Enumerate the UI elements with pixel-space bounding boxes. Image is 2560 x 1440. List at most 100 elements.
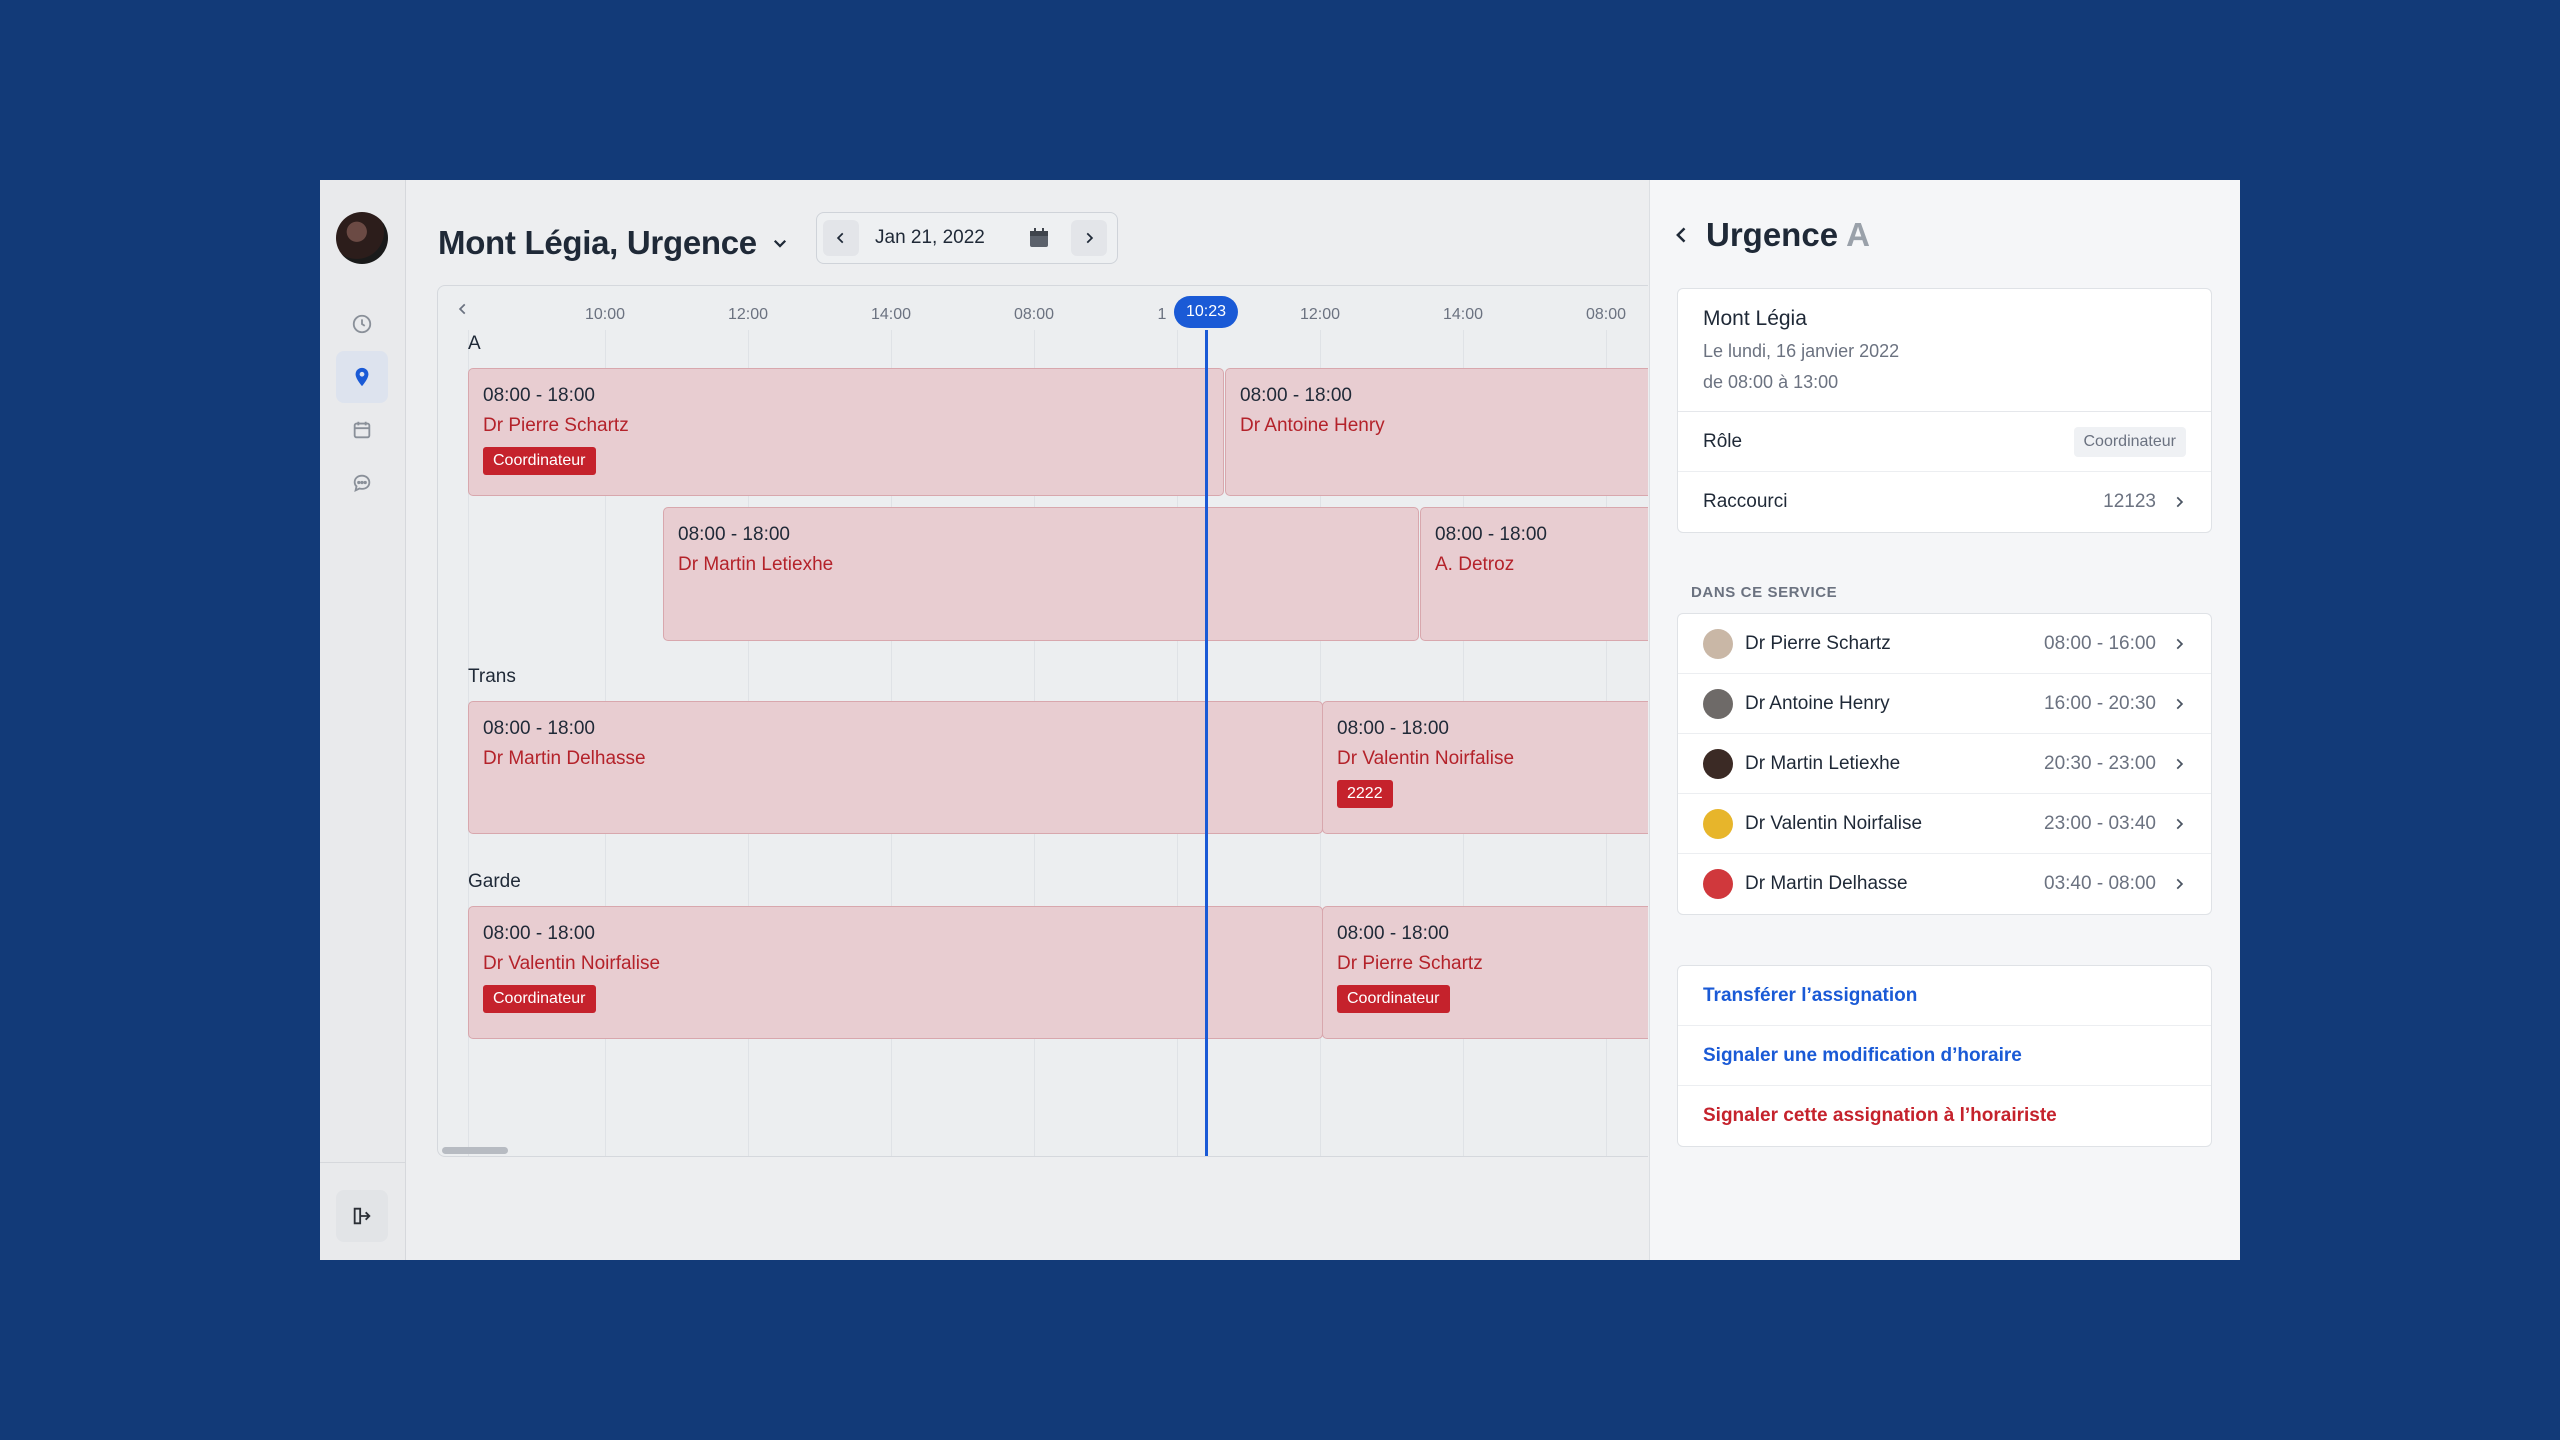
date-navigator: Jan 21, 2022 [816,212,1118,264]
avatar [1703,628,1733,659]
shift-block[interactable]: 08:00 - 18:00 Dr Martin Letiexhe [663,507,1419,641]
person-name: Dr Valentin Noirfalise [1745,812,1923,834]
shift-time: 08:00 - 18:00 [483,718,595,739]
time-tick: 10:00 [584,306,626,323]
chevron-down-icon [773,239,786,248]
timeline-scroll-left-icon[interactable] [456,302,470,316]
report-to-scheduler-link[interactable]: Signaler cette assignation à l’horairist… [1678,1086,2211,1146]
page-title: Mont Légia, Urgence [438,224,757,261]
shift-time: 08:00 - 18:00 [1435,524,1547,545]
sidebar-item-locations[interactable] [336,351,388,403]
logout-button[interactable] [336,1190,388,1242]
avatar [1703,748,1733,779]
list-item[interactable]: Dr Martin Letiexhe 20:30 - 23:00 [1678,734,2211,794]
shift-doctor-name: Dr Valentin Noirfalise [1337,748,1515,769]
person-name: Dr Antoine Henry [1745,692,1890,714]
app-window: Mont Légia, Urgence Jan 21, 2022 10:00 1… [320,180,2240,1260]
shift-block[interactable]: 08:00 - 18:00 Dr Martin Delhasse [468,701,1323,834]
coordinator-badge: Coordinateur [1337,985,1450,1013]
assignment-actions: Transférer l’assignation Signaler une mo… [1677,965,2212,1147]
previous-day-button[interactable] [823,220,859,256]
current-date[interactable]: Jan 21, 2022 [875,227,1015,249]
group-label: Garde [468,871,521,892]
time-tick: 12:00 [1299,306,1341,323]
location-pin-icon [355,367,369,387]
current-time-line [1205,330,1208,1156]
shift-time: 08:00 - 18:00 [678,524,790,545]
assignment-time: de 08:00 à 13:00 [1703,372,1839,392]
list-item[interactable]: Dr Antoine Henry 16:00 - 20:30 [1678,674,2211,734]
time-tick: 08:00 [1013,306,1055,323]
back-chevron-icon[interactable] [1672,225,1692,245]
shift-doctor-name: Dr Antoine Henry [1240,415,1385,436]
chat-bubble-icon [353,474,371,492]
panel-title: Urgence [1706,216,1839,253]
person-hours: 16:00 - 20:30 [2044,692,2156,714]
sidebar-item-messages[interactable] [336,457,388,509]
shift-time: 08:00 - 18:00 [1337,718,1449,739]
logout-icon [353,1207,371,1225]
clock-icon [352,314,372,334]
chevron-right-icon [2176,638,2184,649]
assignment-date: Le lundi, 16 janvier 2022 [1703,341,1900,361]
location-selector[interactable]: Mont Légia, Urgence [438,216,789,270]
assignment-summary: Mont Légia Le lundi, 16 janvier 2022 de … [1678,289,2211,412]
shift-block[interactable]: 08:00 - 18:00 Dr Pierre Schartz Coordina… [468,368,1224,496]
time-tick: 14:00 [870,306,912,323]
horizontal-scrollbar[interactable] [442,1147,508,1154]
avatar [1703,869,1733,899]
time-tick: 12:00 [727,306,769,323]
list-item[interactable]: Dr Pierre Schartz 08:00 - 16:00 [1678,614,2211,674]
avatar [1703,688,1733,719]
group-label: Trans [468,666,516,687]
role-label: Rôle [1703,430,1743,452]
person-hours: 08:00 - 16:00 [2044,632,2156,654]
service-people-list: Dr Pierre Schartz 08:00 - 16:00 Dr Antoi… [1677,613,2212,915]
transfer-assignment-link[interactable]: Transférer l’assignation [1678,966,2211,1026]
next-day-button[interactable] [1071,220,1107,256]
coordinator-badge: Coordinateur [483,447,596,475]
rail-divider [320,1162,405,1163]
time-tick: 08:00 [1585,306,1627,323]
shift-time: 08:00 - 18:00 [483,385,595,406]
person-hours: 20:30 - 23:00 [2044,752,2156,774]
avatar [1703,808,1733,839]
shift-doctor-name: Dr Pierre Schartz [483,415,629,436]
shortcut-badge: 2222 [1337,780,1393,808]
sidebar-item-history[interactable] [336,298,388,350]
panel-title-suffix: A [1846,216,1870,253]
chevron-right-icon [2176,878,2184,890]
person-hours: 03:40 - 08:00 [2044,873,2156,894]
calendar-picker-icon[interactable] [1027,226,1051,250]
shift-block[interactable]: 08:00 - 18:00 Dr Valentin Noirfalise Coo… [468,906,1323,1039]
chevron-right-icon [2176,496,2184,508]
assignment-location: Mont Légia [1703,307,1807,330]
report-schedule-change-link[interactable]: Signaler une modification d’horaire [1678,1026,2211,1086]
person-name: Dr Pierre Schartz [1745,632,1891,654]
shift-doctor-name: Dr Martin Delhasse [483,748,646,769]
role-tag: Coordinateur [2073,426,2186,457]
sidebar-item-calendar[interactable] [336,404,388,456]
shift-doctor-name: A. Detroz [1435,554,1515,575]
shortcut-row[interactable]: Raccourci 12123 [1678,472,2211,532]
shift-block[interactable]: 08:00 - 18:00 A. Detroz [1420,507,1648,641]
person-hours: 23:00 - 03:40 [2044,812,2156,834]
shift-block[interactable]: 08:00 - 18:00 Dr Valentin Noirfalise 222… [1322,701,1648,834]
shortcut-label: Raccourci [1703,491,1788,512]
shortcut-value: 12123 [2103,491,2156,512]
shift-doctor-name: Dr Martin Letiexhe [678,554,834,575]
time-tick: 1 [1157,306,1167,323]
group-label: A [468,333,481,354]
shift-time: 08:00 - 18:00 [483,923,595,944]
user-avatar[interactable] [336,212,388,264]
shift-doctor-name: Dr Pierre Schartz [1337,953,1483,974]
list-item[interactable]: Dr Valentin Noirfalise 23:00 - 03:40 [1678,794,2211,854]
shift-block[interactable]: 08:00 - 18:00 Dr Pierre Schartz Coordina… [1322,906,1648,1039]
list-item[interactable]: Dr Martin Delhasse 03:40 - 08:00 [1678,854,2211,914]
panel-header: Urgence A [1672,216,1870,254]
current-time-indicator: 10:23 [1173,296,1239,328]
time-tick: 14:00 [1442,306,1484,323]
shift-time: 08:00 - 18:00 [1337,923,1449,944]
chevron-right-icon [2176,758,2184,769]
shift-block[interactable]: 08:00 - 18:00 Dr Antoine Henry [1225,368,1648,496]
